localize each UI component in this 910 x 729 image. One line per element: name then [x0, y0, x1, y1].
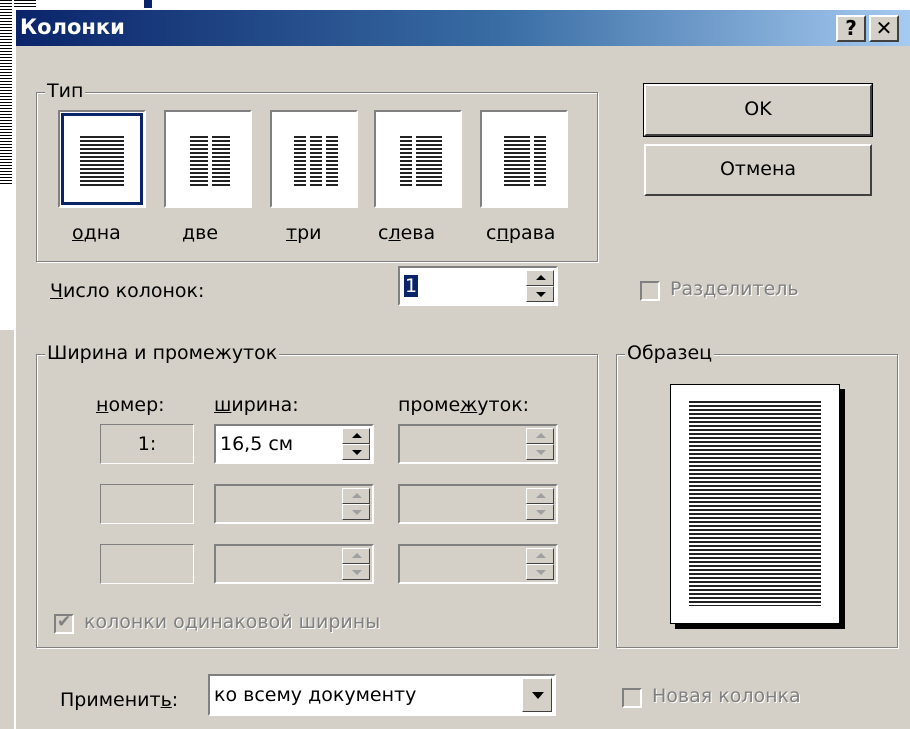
label-right[interactable]: справа: [486, 222, 555, 244]
background-window-edge: [14, 0, 910, 8]
width-input-3: [214, 544, 374, 584]
width-spinner-2: [342, 488, 370, 520]
spacing-input-1[interactable]: [398, 424, 558, 464]
spin-up-icon: [342, 488, 370, 504]
dropdown-arrow-icon[interactable]: [522, 678, 552, 712]
number-header: номер:: [96, 394, 165, 416]
column-type-left[interactable]: [374, 110, 462, 208]
preview-page: [670, 384, 840, 624]
width-spinner-1[interactable]: [342, 428, 370, 460]
left-column-icon: [400, 136, 412, 186]
column-type-one[interactable]: [58, 110, 146, 208]
spin-down-icon[interactable]: [342, 444, 370, 460]
spacing-header: промежуток:: [398, 394, 530, 416]
right-column-icon: [504, 136, 530, 186]
num-columns-value: 1: [404, 275, 419, 297]
width-input-1[interactable]: 16,5 см: [214, 424, 374, 464]
num-columns-input[interactable]: 1: [398, 266, 558, 306]
width-spacing-label: Ширина и промежуток: [45, 342, 280, 364]
spin-up-icon[interactable]: [526, 270, 554, 286]
column-number-3: [100, 544, 194, 584]
spacing-input-2: [398, 484, 558, 524]
label-three[interactable]: три: [286, 222, 322, 244]
separator-label: Разделитель: [670, 278, 799, 300]
close-button[interactable]: ✕: [869, 15, 899, 42]
spin-up-icon: [526, 488, 554, 504]
type-group-label: Тип: [45, 80, 86, 102]
equal-width-checkbox[interactable]: [54, 612, 74, 634]
width-spinner-3: [342, 548, 370, 580]
new-column-checkbox[interactable]: [622, 688, 642, 708]
spin-down-icon: [526, 504, 554, 520]
column-number-2: [100, 484, 194, 524]
two-columns-icon: [190, 136, 208, 186]
equal-width-label: колонки одинаковой ширины: [84, 611, 381, 633]
dialog-titlebar[interactable]: Колонки ? ✕: [16, 10, 910, 46]
separator-checkbox[interactable]: [640, 281, 660, 301]
spacing-spinner-3: [526, 548, 554, 580]
ok-button[interactable]: OK: [643, 83, 873, 137]
preview-label: Образец: [625, 342, 715, 364]
apply-value: ко всему документу: [214, 684, 417, 706]
column-type-right[interactable]: [480, 110, 568, 208]
dialog-title: Колонки: [20, 15, 125, 39]
spin-up-icon: [526, 428, 554, 444]
background-document-fragment: [0, 0, 14, 330]
spin-down-icon: [526, 444, 554, 460]
spin-down-icon[interactable]: [526, 286, 554, 302]
spin-down-icon: [526, 564, 554, 580]
apply-label: Применить:: [60, 689, 179, 711]
column-type-two[interactable]: [164, 110, 252, 208]
apply-select[interactable]: ко всему документу: [208, 674, 556, 716]
spin-up-icon[interactable]: [342, 428, 370, 444]
cancel-button[interactable]: Отмена: [644, 144, 872, 196]
label-two[interactable]: две: [182, 222, 218, 244]
spin-up-icon: [342, 548, 370, 564]
spacing-spinner-2: [526, 488, 554, 520]
spacing-spinner-1: [526, 428, 554, 460]
width-header: ширина:: [214, 394, 299, 416]
spin-up-icon: [526, 548, 554, 564]
column-number-1: 1:: [100, 424, 194, 464]
preview-text-lines: [689, 401, 821, 606]
width-value-1: 16,5 см: [220, 433, 294, 455]
num-columns-spinner[interactable]: [526, 270, 554, 302]
num-columns-label: Число колонок:: [50, 280, 205, 302]
label-left[interactable]: слева: [378, 222, 435, 244]
one-column-icon: [80, 136, 124, 186]
columns-dialog: Колонки ? ✕ Тип одна две три слева справ…: [14, 8, 910, 729]
spin-down-icon: [342, 504, 370, 520]
spin-down-icon: [342, 564, 370, 580]
new-column-label: Новая колонка: [652, 685, 801, 707]
spacing-input-3: [398, 544, 558, 584]
width-input-2: [214, 484, 374, 524]
help-button[interactable]: ?: [836, 15, 866, 42]
label-one[interactable]: одна: [72, 222, 121, 244]
three-columns-icon: [294, 136, 306, 186]
column-type-three[interactable]: [270, 110, 358, 208]
